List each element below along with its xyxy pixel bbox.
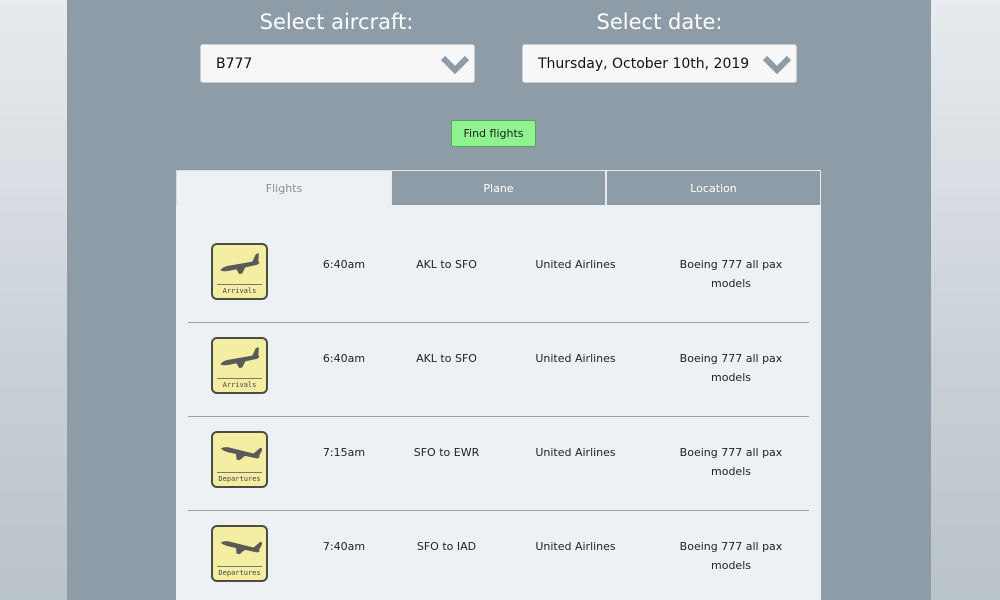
flight-airline: United Airlines — [535, 540, 616, 553]
flight-model-line: models — [711, 371, 751, 384]
badge-caption: Departures — [218, 569, 261, 577]
flight-model: Boeing 777 all pax models — [666, 537, 796, 575]
flight-model-line: Boeing 777 all pax — [679, 446, 783, 459]
tab-plane[interactable]: Plane — [391, 170, 606, 206]
flight-row[interactable]: Departures 7:15am SFO to EWR United Airl… — [188, 417, 809, 511]
badge-caption: Departures — [218, 475, 261, 483]
chevron-down-icon — [440, 55, 470, 75]
flight-airline: United Airlines — [535, 258, 616, 271]
chevron-down-icon — [762, 55, 792, 75]
date-selector-label: Select date: — [596, 10, 723, 34]
flight-route: SFO to IAD — [416, 540, 477, 553]
flight-row[interactable]: Arrivals 6:40am AKL to SFO United Airlin… — [188, 229, 809, 323]
flight-model-line: models — [711, 277, 751, 290]
flight-model-line: Boeing 777 all pax — [679, 352, 783, 365]
tab-bar: Flights Plane Location — [176, 170, 821, 206]
date-select[interactable]: Thursday, October 10th, 2019 — [522, 44, 797, 83]
arrivals-badge: Arrivals — [211, 243, 268, 300]
flight-route: AKL to SFO — [416, 352, 477, 365]
plane-landing-icon — [220, 347, 260, 369]
plane-takeoff-icon — [220, 541, 262, 555]
date-select-value: Thursday, October 10th, 2019 — [538, 55, 750, 72]
flight-model-line: Boeing 777 all pax — [679, 258, 783, 271]
aircraft-selector-label: Select aircraft: — [259, 10, 414, 34]
badge-caption: Arrivals — [222, 381, 257, 389]
flight-model-line: models — [711, 465, 751, 478]
flight-row[interactable]: Departures 7:40am SFO to IAD United Airl… — [188, 511, 809, 600]
flight-airline: United Airlines — [535, 446, 616, 459]
tab-flights[interactable]: Flights — [176, 170, 392, 206]
flight-time: 7:15am — [322, 446, 366, 459]
flight-model: Boeing 777 all pax models — [666, 349, 796, 387]
flight-airline: United Airlines — [535, 352, 616, 365]
tab-location[interactable]: Location — [606, 170, 821, 206]
plane-landing-icon — [220, 253, 260, 275]
flight-model-line: Boeing 777 all pax — [679, 540, 783, 553]
flight-model: Boeing 777 all pax models — [666, 255, 796, 293]
aircraft-select[interactable]: B777 — [200, 44, 475, 83]
departures-badge: Departures — [211, 525, 268, 582]
aircraft-select-value: B777 — [216, 55, 253, 72]
flight-model-line: models — [711, 559, 751, 572]
flight-model: Boeing 777 all pax models — [666, 443, 796, 481]
flight-time: 7:40am — [322, 540, 366, 553]
badge-caption: Arrivals — [222, 287, 257, 295]
flight-row[interactable]: Arrivals 6:40am AKL to SFO United Airlin… — [188, 323, 809, 417]
arrivals-badge: Arrivals — [211, 337, 268, 394]
flight-time: 6:40am — [322, 258, 366, 271]
main-panel: Select aircraft: B777 Select date: Thurs… — [67, 0, 931, 600]
plane-takeoff-icon — [220, 447, 262, 461]
departures-badge: Departures — [211, 431, 268, 488]
flights-list: Arrivals 6:40am AKL to SFO United Airlin… — [176, 205, 821, 600]
flight-route: AKL to SFO — [416, 258, 477, 271]
flight-time: 6:40am — [322, 352, 366, 365]
flight-route: SFO to EWR — [413, 446, 480, 459]
find-flights-button[interactable]: Find flights — [451, 120, 536, 147]
